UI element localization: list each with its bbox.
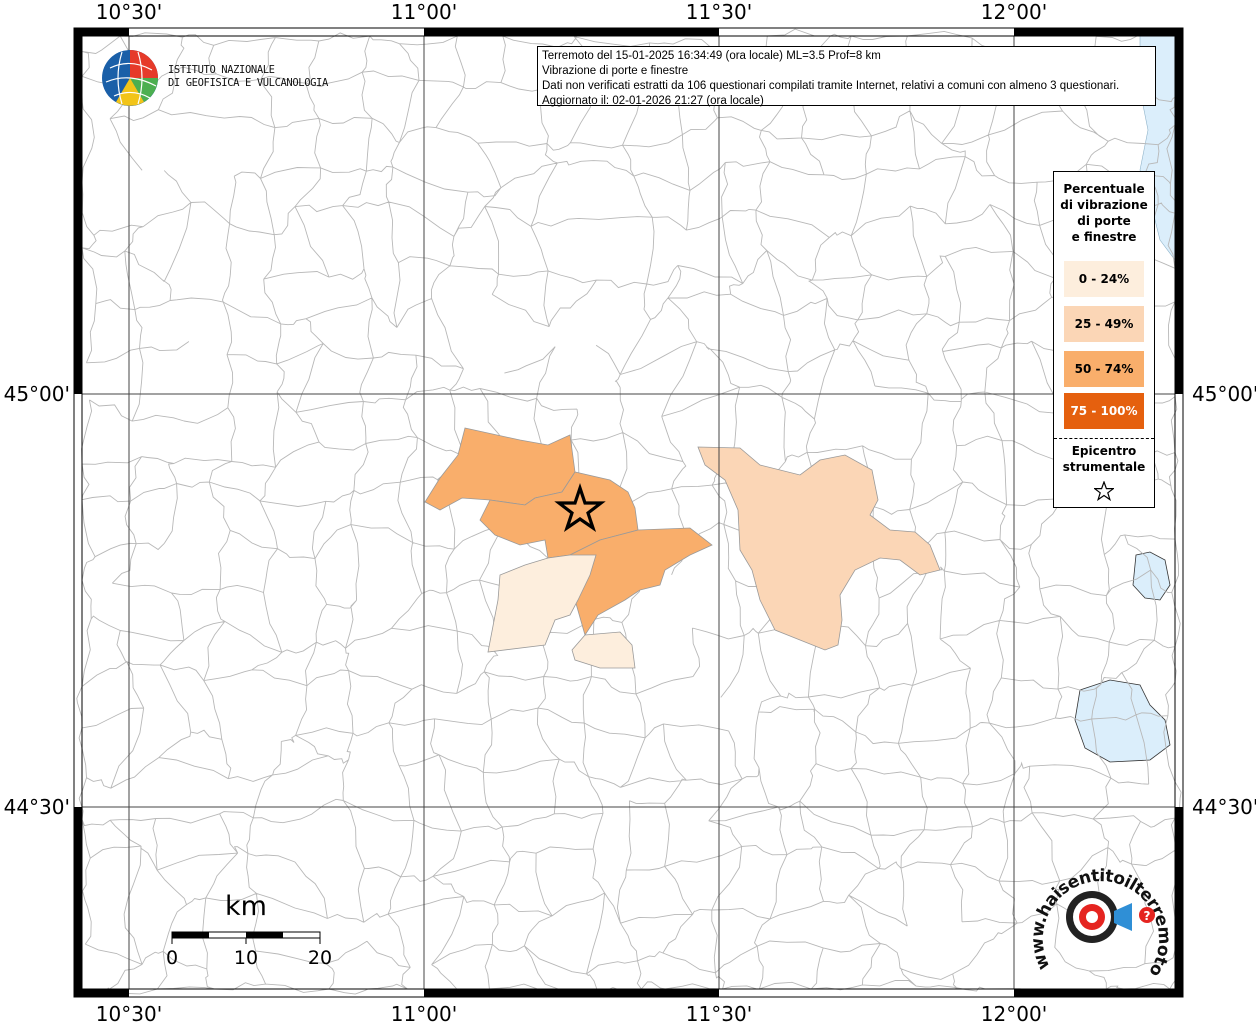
lat-label-right-1: 45°00'	[1192, 382, 1256, 406]
legend-item-label: 0 - 24%	[1078, 272, 1130, 286]
scale-unit: km	[225, 891, 267, 922]
lon-label-top-3: 11°30'	[686, 0, 752, 24]
legend-epicenter-line2: strumentale	[1062, 460, 1146, 474]
lat-label-right-2: 44°30'	[1192, 795, 1256, 819]
legend-title-line2: di vibrazione	[1060, 198, 1148, 212]
scale-tick-20: 20	[308, 947, 332, 969]
legend-epicenter-label: Epicentro strumentale	[1054, 443, 1154, 475]
legend-title-line1: Percentuale	[1063, 182, 1145, 196]
legend-separator	[1054, 438, 1154, 439]
legend-item-label: 25 - 49%	[1074, 317, 1134, 331]
legend: Percentuale di vibrazione di porte e fin…	[1053, 171, 1155, 508]
lon-label-bottom-1: 10°30'	[96, 1002, 162, 1024]
event-info-line1: Terremoto del 15-01-2025 16:34:49 (ora l…	[542, 50, 881, 62]
legend-title-line3: di porte	[1077, 214, 1131, 228]
lon-label-bottom-3: 11°30'	[686, 1002, 752, 1024]
lon-label-bottom-2: 11°00'	[391, 1002, 457, 1024]
legend-item-75-100: 75 - 100%	[1064, 393, 1144, 429]
ingv-name-line1: ISTITUTO NAZIONALE	[168, 64, 275, 76]
legend-title-line4: e finestre	[1071, 230, 1137, 244]
lat-label-left-1: 45°00'	[4, 382, 70, 406]
scale-tick-10: 10	[234, 947, 258, 969]
ingv-name-line2: DI GEOFISICA E VULCANOLOGIA	[168, 77, 328, 89]
event-info-line4: Aggiornato il: 02-01-2026 21:27 (ora loc…	[542, 95, 764, 107]
legend-epicenter-line1: Epicentro	[1071, 444, 1137, 458]
lon-label-bottom-4: 12°00'	[981, 1002, 1047, 1024]
legend-item-50-74: 50 - 74%	[1064, 351, 1144, 387]
legend-item-label: 75 - 100%	[1070, 404, 1138, 418]
lon-label-top-2: 11°00'	[391, 0, 457, 24]
legend-item-0-24: 0 - 24%	[1064, 261, 1144, 297]
lon-label-top-4: 12°00'	[981, 0, 1047, 24]
event-info-box: Terremoto del 15-01-2025 16:34:49 (ora l…	[537, 46, 1156, 107]
legend-item-label: 50 - 74%	[1074, 362, 1134, 376]
lat-label-left-2: 44°30'	[4, 795, 70, 819]
haisentitoilterremoto-logo-icon: www.haisentitoilterremoto.it ?	[1028, 855, 1175, 980]
legend-item-25-49: 25 - 49%	[1064, 306, 1144, 342]
event-info-line2: Vibrazione di porte e finestre	[542, 65, 689, 77]
hst-question-mark: ?	[1144, 909, 1151, 923]
event-info-line3: Dati non verificati estratti da 106 ques…	[542, 80, 1120, 92]
lon-label-top-1: 10°30'	[96, 0, 162, 24]
scale-tick-0: 0	[166, 947, 178, 969]
legend-epicenter-star-icon	[1054, 480, 1154, 504]
ingv-name: ISTITUTO NAZIONALE DI GEOFISICA E VULCAN…	[168, 64, 328, 90]
legend-title: Percentuale di vibrazione di porte e fin…	[1054, 181, 1154, 245]
